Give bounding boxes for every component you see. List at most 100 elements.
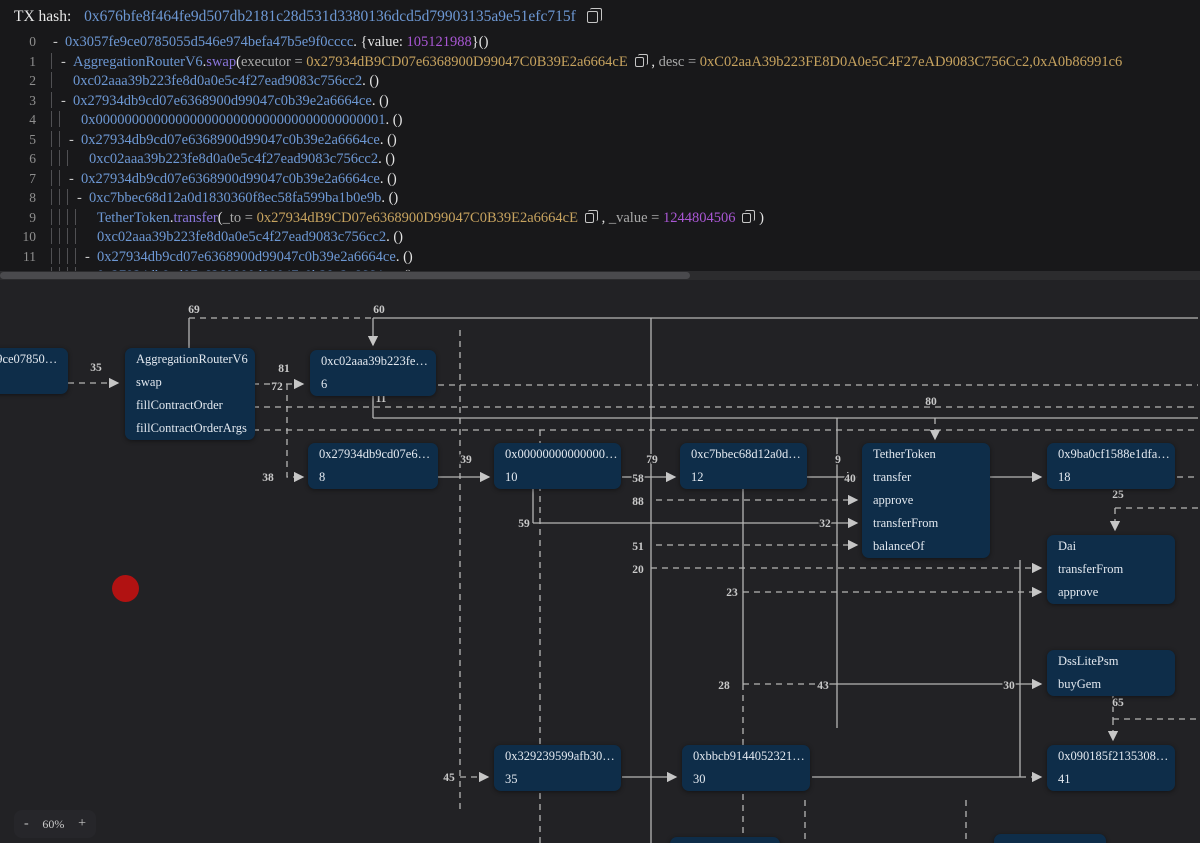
- graph-node[interactable]: 0xc02aaa39b223fe… 6: [310, 350, 436, 396]
- node-title[interactable]: 0x00000000000000…: [494, 443, 621, 466]
- graph-node[interactable]: AggregationRouterV6 swap fillContractOrder…: [125, 348, 255, 440]
- trace-text: . (): [378, 151, 395, 167]
- trace-text: . (): [386, 229, 403, 245]
- copy-icon[interactable]: [586, 8, 602, 23]
- scrollbar-thumb[interactable]: [0, 272, 690, 279]
- tree-guide-line: [59, 228, 67, 244]
- trace-text: . (): [379, 131, 397, 148]
- tree-guide-line: [51, 52, 59, 69]
- address-link[interactable]: 0x00000000000000000000000000000000000000…: [81, 112, 386, 128]
- graph-node[interactable]: Dai transferFrom approve: [1047, 535, 1175, 604]
- horizontal-scrollbar[interactable]: [0, 271, 1200, 280]
- node-title[interactable]: 0xc7bbec68d12a0d…: [680, 443, 807, 466]
- tree-guide-line: [51, 111, 59, 127]
- node-title[interactable]: DssLitePsm: [1047, 650, 1175, 673]
- node-method-row[interactable]: 18: [1047, 466, 1175, 489]
- line-number: 3: [29, 92, 36, 108]
- param-address-value: 0xC02aaA39b223FE8D0A0e5C4F27eAD9083C756C…: [699, 53, 1123, 70]
- trace-text: . (): [385, 112, 403, 128]
- copy-icon[interactable]: [584, 209, 598, 223]
- line-number: 10: [22, 229, 37, 244]
- line-number: 9: [29, 209, 36, 225]
- numeric-value: 105121988: [406, 34, 472, 50]
- node-method-row[interactable]: 6: [310, 373, 436, 396]
- node-method-row[interactable]: 12: [680, 466, 807, 489]
- tree-guide-line: [59, 247, 67, 264]
- graph-node[interactable]: DssLitePsm buyGem: [1047, 650, 1175, 696]
- tree-branch-dash: -: [77, 190, 82, 206]
- node-title[interactable]: 0xc02aaa39b223fe…: [310, 350, 436, 373]
- address-link[interactable]: 0xc02aaa39b223fe8d0a0e5c4f27ead9083c756c…: [73, 73, 362, 89]
- address-link[interactable]: 0x27934db9cd07e6368900d99047c0b39e2a6664…: [81, 171, 380, 187]
- trace-line: 4 0x0000000000000000000000000000000000000…: [0, 110, 1200, 130]
- address-link[interactable]: 0xc7bbec68d12a0d1830360f8ec58fa599ba1b0e…: [89, 190, 381, 206]
- node-title[interactable]: 0x3057fe9ce07850…: [0, 348, 68, 371]
- node-method-row[interactable]: 35: [494, 768, 621, 791]
- call-graph-panel[interactable]: 35 69 60 81 72 11 38 39 79 58 88 59 51 20 23 32 9 40 80 25 2…: [0, 280, 1200, 843]
- trace-line: 7 -0x27934db9cd07e6368900d99047c0b39e2a66…: [0, 169, 1200, 189]
- node-title[interactable]: AggregationRouterV6: [125, 348, 255, 371]
- node-method-row[interactable]: 30: [682, 768, 810, 791]
- graph-node[interactable]: 0x329239599afb30… 35: [494, 745, 621, 791]
- zoom-in-button[interactable]: +: [78, 817, 86, 831]
- graph-node[interactable]: 0xc7bbec68d12a0d… 12: [680, 443, 807, 489]
- node-method-row[interactable]: fillContractOrder: [125, 394, 255, 417]
- node-title[interactable]: 0x090185f2135308…: [1047, 745, 1175, 768]
- tree-branch-dash: -: [61, 92, 66, 109]
- node-method-row[interactable]: balanceOf: [862, 535, 990, 558]
- graph-node[interactable]: 0x00000000000000… 10: [494, 443, 621, 489]
- zoom-out-button[interactable]: -: [24, 817, 29, 831]
- address-link[interactable]: 0xc02aaa39b223fe8d0a0e5c4f27ead9083c756c…: [89, 151, 378, 167]
- method-name[interactable]: swap: [206, 54, 236, 70]
- node-method-row[interactable]: approve: [1047, 581, 1175, 604]
- graph-node[interactable]: 0xbbcb9144052321… 30: [682, 745, 810, 791]
- address-link[interactable]: 0x27934db9cd07e6368900d99047c0b39e2a6664…: [73, 93, 372, 109]
- node-method-row[interactable]: transferFrom: [1047, 558, 1175, 581]
- contract-name[interactable]: AggregationRouterV6: [73, 54, 203, 70]
- graph-node[interactable]: 0x27934db9cd07e6… 8: [308, 443, 438, 489]
- node-title[interactable]: 0x329239599afb30…: [494, 745, 621, 768]
- node-method-row[interactable]: transfer: [862, 466, 990, 489]
- node-method-row[interactable]: transferFrom: [862, 512, 990, 535]
- trace-panel: TX hash: 0x676bfe8f464fe9d507db2181c28d5…: [0, 0, 1200, 271]
- graph-node[interactable]: [994, 834, 1106, 843]
- copy-icon[interactable]: [634, 53, 648, 67]
- node-method-row[interactable]: swap: [125, 371, 255, 394]
- node-title[interactable]: 0x27934db9cd07e6…: [308, 443, 438, 466]
- node-method-row[interactable]: 8: [308, 466, 438, 489]
- graph-node[interactable]: [670, 837, 780, 843]
- tree-branch-dash: -: [85, 248, 90, 265]
- node-method-row[interactable]: buyGem: [1047, 673, 1175, 696]
- line-number: 4: [29, 112, 36, 127]
- node-method-row[interactable]: 10: [494, 466, 621, 489]
- tree-guide-line: [51, 247, 59, 264]
- address-link[interactable]: 0xc02aaa39b223fe8d0a0e5c4f27ead9083c756c…: [97, 229, 386, 245]
- address-link[interactable]: 0x3057fe9ce0785055d546e974befa47b5e9f0cc…: [65, 34, 353, 50]
- node-method-row[interactable]: 41: [1047, 768, 1175, 791]
- method-name[interactable]: transfer: [173, 210, 217, 226]
- address-link[interactable]: 0x27934db9cd07e6368900d99047c0b39e2a6664…: [81, 132, 380, 148]
- trace-text: . (): [371, 92, 389, 109]
- tx-hash-value[interactable]: 0x676bfe8f464fe9d507db2181c28d531d338013…: [84, 8, 576, 25]
- graph-node[interactable]: TetherToken transfer approve transferFrom ba…: [862, 443, 990, 558]
- copy-icon[interactable]: [742, 209, 756, 223]
- address-link[interactable]: 0x27934db9cd07e6368900d99047c0b39e2a6664…: [97, 249, 396, 265]
- graph-node[interactable]: 0x9ba0cf1588e1dfa… 18: [1047, 443, 1175, 489]
- tree-guide-line: [51, 189, 59, 205]
- node-method-row[interactable]: fillContractOrderArgs: [125, 417, 255, 440]
- node-title[interactable]: TetherToken: [862, 443, 990, 466]
- trace-text: . (): [395, 248, 413, 265]
- node-method-row[interactable]: approve: [862, 489, 990, 512]
- zoom-level: 60%: [42, 816, 65, 831]
- graph-node[interactable]: 0x3057fe9ce07850…: [0, 348, 68, 394]
- node-title[interactable]: Dai: [1047, 535, 1175, 558]
- trace-text: . {value:: [353, 34, 407, 50]
- graph-node[interactable]: 0x090185f2135308… 41: [1047, 745, 1175, 791]
- tree-branch-dash: -: [69, 170, 74, 187]
- node-title[interactable]: 0xbbcb9144052321…: [682, 745, 810, 768]
- node-title[interactable]: 0x9ba0cf1588e1dfa…: [1047, 443, 1175, 466]
- trace-line: 9 TetherToken.transfer(_to = 0x27934dB9CD…: [0, 208, 1200, 228]
- trace-text: }(): [471, 34, 489, 50]
- param-address-value: 0x27934dB9CD07e6368900D99047C0B39E2a6664…: [256, 209, 578, 226]
- contract-name[interactable]: TetherToken: [97, 210, 170, 226]
